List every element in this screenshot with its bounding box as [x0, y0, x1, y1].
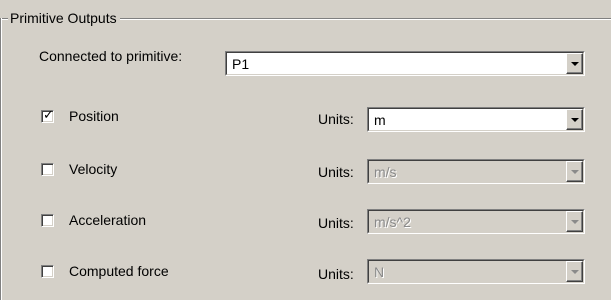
- acceleration-units-dropdown-button: [566, 211, 583, 232]
- velocity-units-select: m/s: [367, 159, 585, 184]
- connected-primitive-select[interactable]: P1: [225, 51, 585, 76]
- acceleration-label: Acceleration: [69, 212, 147, 228]
- velocity-units-label: Units:: [318, 164, 354, 180]
- computed-force-checkbox[interactable]: [41, 265, 54, 278]
- computed-force-units-dropdown-button: [566, 261, 583, 282]
- velocity-checkbox[interactable]: [41, 163, 54, 176]
- velocity-label: Velocity: [69, 161, 118, 177]
- chevron-down-icon: [571, 270, 579, 274]
- connected-primitive-dropdown-button[interactable]: [566, 53, 583, 74]
- computed-force-label: Computed force: [69, 263, 169, 279]
- computed-force-units-label: Units:: [318, 266, 354, 282]
- acceleration-units-label: Units:: [318, 215, 354, 231]
- chevron-down-icon: [571, 170, 579, 174]
- position-units-label: Units:: [318, 111, 354, 127]
- chevron-down-icon: [571, 118, 579, 122]
- position-checkbox[interactable]: ✓: [41, 107, 54, 123]
- connected-to-primitive-label: Connected to primitive:: [39, 48, 183, 64]
- velocity-units-dropdown-button: [566, 161, 583, 182]
- acceleration-units-value: m/s^2: [374, 214, 411, 230]
- group-title: Primitive Outputs: [8, 9, 120, 27]
- group-border-left: [0, 18, 2, 300]
- acceleration-checkbox[interactable]: [41, 214, 54, 227]
- position-units-value: m: [374, 112, 386, 128]
- chevron-down-icon: [571, 62, 579, 66]
- position-units-dropdown-button[interactable]: [566, 109, 583, 130]
- velocity-units-value: m/s: [374, 164, 397, 180]
- checkmark-icon: ✓: [43, 107, 54, 122]
- acceleration-units-select: m/s^2: [367, 209, 585, 234]
- connected-primitive-value: P1: [232, 56, 250, 72]
- position-label: Position: [69, 108, 119, 124]
- chevron-down-icon: [571, 220, 579, 224]
- position-units-select[interactable]: m: [367, 107, 585, 132]
- computed-force-units-value: N: [374, 264, 385, 280]
- computed-force-units-select: N: [367, 259, 585, 284]
